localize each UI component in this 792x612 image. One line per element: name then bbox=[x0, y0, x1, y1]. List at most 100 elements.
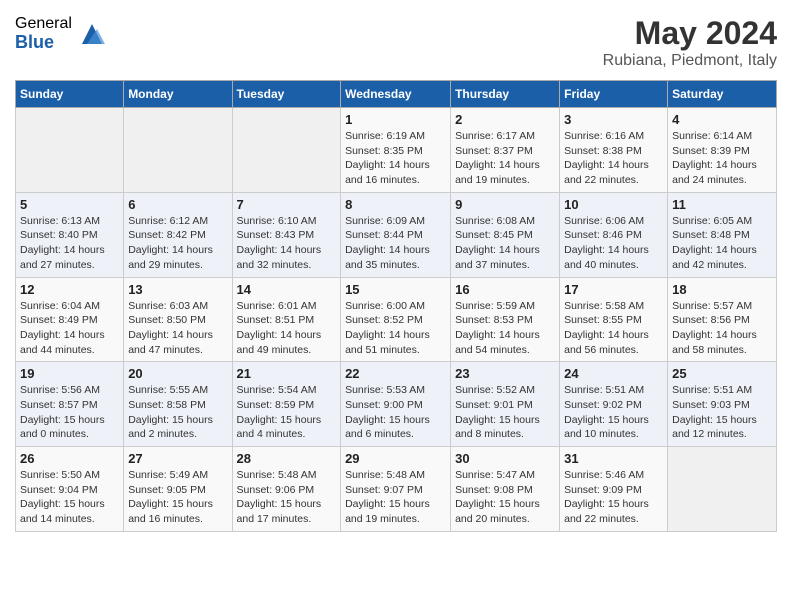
calendar-cell: 27 Sunrise: 5:49 AMSunset: 9:05 PMDayligh… bbox=[124, 447, 232, 532]
day-info: Sunrise: 5:54 AMSunset: 8:59 PMDaylight:… bbox=[237, 383, 337, 442]
calendar-week-4: 19 Sunrise: 5:56 AMSunset: 8:57 PMDayligh… bbox=[16, 362, 777, 447]
day-info: Sunrise: 5:46 AMSunset: 9:09 PMDaylight:… bbox=[564, 468, 663, 527]
day-number: 11 bbox=[672, 197, 772, 212]
day-info: Sunrise: 6:13 AMSunset: 8:40 PMDaylight:… bbox=[20, 214, 119, 273]
calendar-cell: 8Sunrise: 6:09 AMSunset: 8:44 PMDaylight… bbox=[341, 192, 451, 277]
day-number: 8 bbox=[345, 197, 446, 212]
day-info: Sunrise: 5:56 AMSunset: 8:57 PMDaylight:… bbox=[20, 383, 119, 442]
calendar-cell: 26 Sunrise: 5:50 AMSunset: 9:04 PMDayligh… bbox=[16, 447, 124, 532]
calendar-cell: 3Sunrise: 6:16 AMSunset: 8:38 PMDaylight… bbox=[560, 108, 668, 193]
day-number: 25 bbox=[672, 366, 772, 381]
calendar-cell: 22 Sunrise: 5:53 AMSunset: 9:00 PMDayligh… bbox=[341, 362, 451, 447]
calendar-cell: 21Sunrise: 5:54 AMSunset: 8:59 PMDayligh… bbox=[232, 362, 341, 447]
day-number: 29 bbox=[345, 451, 446, 466]
calendar-week-5: 26 Sunrise: 5:50 AMSunset: 9:04 PMDayligh… bbox=[16, 447, 777, 532]
calendar-cell bbox=[124, 108, 232, 193]
calendar-cell: 1 Sunrise: 6:19 AMSunset: 8:35 PMDaylight… bbox=[341, 108, 451, 193]
weekday-header-friday: Friday bbox=[560, 81, 668, 108]
logo-blue: Blue bbox=[15, 33, 72, 53]
day-number: 12 bbox=[20, 282, 119, 297]
day-info: Sunrise: 6:17 AMSunset: 8:37 PMDaylight:… bbox=[455, 129, 555, 188]
calendar-cell: 23 Sunrise: 5:52 AMSunset: 9:01 PMDayligh… bbox=[451, 362, 560, 447]
calendar-cell: 20 Sunrise: 5:55 AMSunset: 8:58 PMDayligh… bbox=[124, 362, 232, 447]
weekday-header-thursday: Thursday bbox=[451, 81, 560, 108]
day-info: Sunrise: 6:10 AMSunset: 8:43 PMDaylight:… bbox=[237, 214, 337, 273]
day-number: 5 bbox=[20, 197, 119, 212]
calendar-cell: 9Sunrise: 6:08 AMSunset: 8:45 PMDaylight… bbox=[451, 192, 560, 277]
calendar-cell bbox=[668, 447, 777, 532]
day-number: 4 bbox=[672, 112, 772, 127]
calendar-cell: 15Sunrise: 6:00 AMSunset: 8:52 PMDayligh… bbox=[341, 277, 451, 362]
day-info: Sunrise: 5:48 AMSunset: 9:07 PMDaylight:… bbox=[345, 468, 446, 527]
day-info: Sunrise: 5:57 AMSunset: 8:56 PMDaylight:… bbox=[672, 299, 772, 358]
calendar-table: SundayMondayTuesdayWednesdayThursdayFrid… bbox=[15, 80, 777, 532]
day-number: 1 bbox=[345, 112, 446, 127]
day-number: 26 bbox=[20, 451, 119, 466]
calendar-cell bbox=[232, 108, 341, 193]
day-number: 2 bbox=[455, 112, 555, 127]
calendar-cell: 13 Sunrise: 6:03 AMSunset: 8:50 PMDayligh… bbox=[124, 277, 232, 362]
day-number: 20 bbox=[128, 366, 227, 381]
day-info: Sunrise: 5:59 AMSunset: 8:53 PMDaylight:… bbox=[455, 299, 555, 358]
calendar-cell: 29 Sunrise: 5:48 AMSunset: 9:07 PMDayligh… bbox=[341, 447, 451, 532]
day-info: Sunrise: 6:14 AMSunset: 8:39 PMDaylight:… bbox=[672, 129, 772, 188]
day-number: 30 bbox=[455, 451, 555, 466]
day-info: Sunrise: 6:00 AMSunset: 8:52 PMDaylight:… bbox=[345, 299, 446, 358]
day-info: Sunrise: 6:04 AMSunset: 8:49 PMDaylight:… bbox=[20, 299, 119, 358]
day-info: Sunrise: 6:19 AMSunset: 8:35 PMDaylight:… bbox=[345, 129, 446, 188]
calendar-cell: 31 Sunrise: 5:46 AMSunset: 9:09 PMDayligh… bbox=[560, 447, 668, 532]
day-info: Sunrise: 5:58 AMSunset: 8:55 PMDaylight:… bbox=[564, 299, 663, 358]
weekday-header-wednesday: Wednesday bbox=[341, 81, 451, 108]
day-number: 13 bbox=[128, 282, 227, 297]
logo-icon bbox=[77, 19, 107, 49]
calendar-cell: 24 Sunrise: 5:51 AMSunset: 9:02 PMDayligh… bbox=[560, 362, 668, 447]
weekday-header-tuesday: Tuesday bbox=[232, 81, 341, 108]
day-number: 27 bbox=[128, 451, 227, 466]
day-info: Sunrise: 5:52 AMSunset: 9:01 PMDaylight:… bbox=[455, 383, 555, 442]
day-number: 19 bbox=[20, 366, 119, 381]
day-info: Sunrise: 5:53 AMSunset: 9:00 PMDaylight:… bbox=[345, 383, 446, 442]
day-number: 14 bbox=[237, 282, 337, 297]
day-number: 6 bbox=[128, 197, 227, 212]
weekday-header-sunday: Sunday bbox=[16, 81, 124, 108]
day-number: 9 bbox=[455, 197, 555, 212]
day-number: 24 bbox=[564, 366, 663, 381]
calendar-cell: 5 Sunrise: 6:13 AMSunset: 8:40 PMDaylight… bbox=[16, 192, 124, 277]
day-number: 7 bbox=[237, 197, 337, 212]
day-number: 18 bbox=[672, 282, 772, 297]
day-number: 22 bbox=[345, 366, 446, 381]
day-info: Sunrise: 6:01 AMSunset: 8:51 PMDaylight:… bbox=[237, 299, 337, 358]
main-title: May 2024 bbox=[603, 15, 777, 52]
calendar-week-3: 12 Sunrise: 6:04 AMSunset: 8:49 PMDayligh… bbox=[16, 277, 777, 362]
page-header: General Blue May 2024 Rubiana, Piedmont,… bbox=[15, 15, 777, 70]
day-info: Sunrise: 5:47 AMSunset: 9:08 PMDaylight:… bbox=[455, 468, 555, 527]
calendar-cell: 10 Sunrise: 6:06 AMSunset: 8:46 PMDayligh… bbox=[560, 192, 668, 277]
day-number: 28 bbox=[237, 451, 337, 466]
weekday-header-saturday: Saturday bbox=[668, 81, 777, 108]
calendar-cell: 25 Sunrise: 5:51 AMSunset: 9:03 PMDayligh… bbox=[668, 362, 777, 447]
day-info: Sunrise: 5:50 AMSunset: 9:04 PMDaylight:… bbox=[20, 468, 119, 527]
day-info: Sunrise: 5:55 AMSunset: 8:58 PMDaylight:… bbox=[128, 383, 227, 442]
weekday-header-row: SundayMondayTuesdayWednesdayThursdayFrid… bbox=[16, 81, 777, 108]
day-number: 16 bbox=[455, 282, 555, 297]
calendar-week-2: 5 Sunrise: 6:13 AMSunset: 8:40 PMDaylight… bbox=[16, 192, 777, 277]
day-number: 10 bbox=[564, 197, 663, 212]
subtitle: Rubiana, Piedmont, Italy bbox=[603, 52, 777, 70]
calendar-cell: 14 Sunrise: 6:01 AMSunset: 8:51 PMDayligh… bbox=[232, 277, 341, 362]
calendar-cell: 16 Sunrise: 5:59 AMSunset: 8:53 PMDayligh… bbox=[451, 277, 560, 362]
calendar-cell bbox=[16, 108, 124, 193]
calendar-cell: 7 Sunrise: 6:10 AMSunset: 8:43 PMDaylight… bbox=[232, 192, 341, 277]
day-info: Sunrise: 5:49 AMSunset: 9:05 PMDaylight:… bbox=[128, 468, 227, 527]
logo-text: General Blue bbox=[15, 15, 72, 52]
calendar-cell: 19 Sunrise: 5:56 AMSunset: 8:57 PMDayligh… bbox=[16, 362, 124, 447]
day-info: Sunrise: 6:06 AMSunset: 8:46 PMDaylight:… bbox=[564, 214, 663, 273]
day-number: 17 bbox=[564, 282, 663, 297]
day-info: Sunrise: 5:51 AMSunset: 9:02 PMDaylight:… bbox=[564, 383, 663, 442]
day-number: 23 bbox=[455, 366, 555, 381]
calendar-cell: 18 Sunrise: 5:57 AMSunset: 8:56 PMDayligh… bbox=[668, 277, 777, 362]
logo-general: General bbox=[15, 15, 72, 33]
day-info: Sunrise: 6:03 AMSunset: 8:50 PMDaylight:… bbox=[128, 299, 227, 358]
day-info: Sunrise: 6:05 AMSunset: 8:48 PMDaylight:… bbox=[672, 214, 772, 273]
day-info: Sunrise: 5:51 AMSunset: 9:03 PMDaylight:… bbox=[672, 383, 772, 442]
day-number: 31 bbox=[564, 451, 663, 466]
